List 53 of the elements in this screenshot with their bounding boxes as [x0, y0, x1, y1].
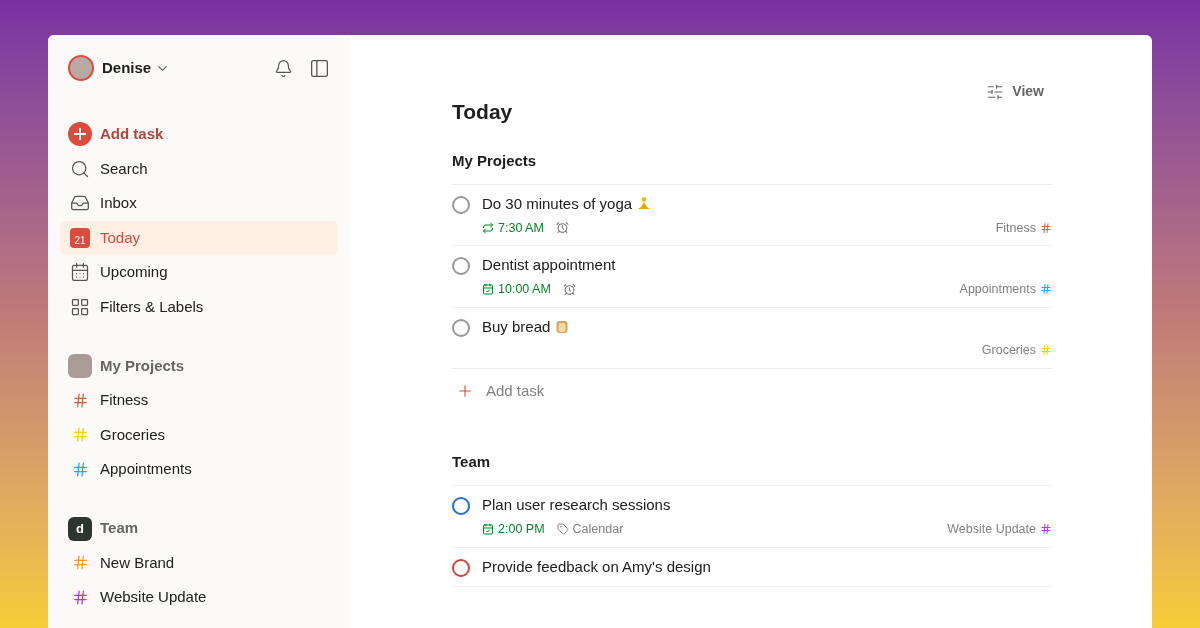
- task-title[interactable]: Do 30 minutes of yoga: [482, 193, 633, 216]
- grid-icon: [70, 296, 90, 317]
- task-title[interactable]: Dentist appointment: [482, 254, 616, 277]
- calendar-icon: 21: [70, 227, 90, 248]
- task-label[interactable]: Calendar: [572, 519, 624, 539]
- bread-icon: [554, 318, 571, 335]
- user-name[interactable]: Denise: [102, 56, 152, 80]
- sidebar-toggle-icon[interactable]: [309, 57, 330, 79]
- task-checkbox[interactable]: [452, 196, 470, 214]
- calendar-icon: [482, 523, 494, 536]
- task-checkbox[interactable]: [452, 558, 470, 577]
- project-item[interactable]: Appointments: [100, 458, 192, 481]
- task-title[interactable]: Plan user research sessions: [482, 494, 671, 517]
- workspace-title[interactable]: My Projects: [100, 354, 185, 378]
- sliders-icon: [986, 82, 1005, 101]
- page-title: Today: [452, 99, 514, 125]
- section-title: Team: [452, 450, 1052, 487]
- repeat-icon: [482, 221, 494, 234]
- task-checkbox[interactable]: [452, 497, 470, 516]
- plus-icon: [68, 122, 92, 147]
- due-time[interactable]: 10:00 AM: [498, 279, 551, 299]
- nav-item[interactable]: Inbox: [60, 186, 338, 221]
- due-time[interactable]: 2:00 PM: [498, 519, 545, 539]
- nav-item[interactable]: Search: [60, 151, 338, 186]
- nav-item[interactable]: Upcoming: [60, 255, 338, 290]
- add-task-button[interactable]: Add task: [452, 368, 545, 413]
- project-item[interactable]: Groceries: [100, 423, 166, 446]
- project-link[interactable]: Fitness: [995, 218, 1036, 238]
- calendar-icon: [70, 262, 90, 283]
- due-time[interactable]: 7:30 AM: [498, 218, 544, 238]
- task-checkbox[interactable]: [452, 257, 470, 276]
- nav-item[interactable]: Add task: [60, 117, 338, 152]
- avatar[interactable]: [68, 55, 94, 81]
- tag-icon: [556, 523, 569, 536]
- project-item[interactable]: Fitness: [100, 389, 149, 412]
- project-avatar: [68, 354, 92, 378]
- section-title: My Projects: [452, 149, 1052, 185]
- nav-item[interactable]: 21 Today: [60, 220, 338, 255]
- nav-item[interactable]: Filters & Labels: [60, 289, 338, 324]
- calendar-icon: [482, 283, 494, 296]
- view-button[interactable]: View: [978, 81, 1052, 102]
- project-link[interactable]: Groceries: [981, 341, 1036, 360]
- team-logo: d: [68, 516, 92, 541]
- task-checkbox[interactable]: [452, 318, 470, 337]
- project-item[interactable]: Website Update: [100, 586, 207, 609]
- project-link[interactable]: Website Update: [947, 519, 1036, 539]
- workspace-title[interactable]: Team: [100, 517, 139, 540]
- project-link[interactable]: Appointments: [959, 279, 1036, 299]
- task-title[interactable]: Provide feedback on Amy's design: [482, 555, 711, 578]
- project-item[interactable]: New Brand: [100, 551, 175, 574]
- task-title[interactable]: Buy bread: [482, 315, 551, 338]
- search-icon: [70, 158, 90, 179]
- notification-icon[interactable]: [274, 58, 293, 78]
